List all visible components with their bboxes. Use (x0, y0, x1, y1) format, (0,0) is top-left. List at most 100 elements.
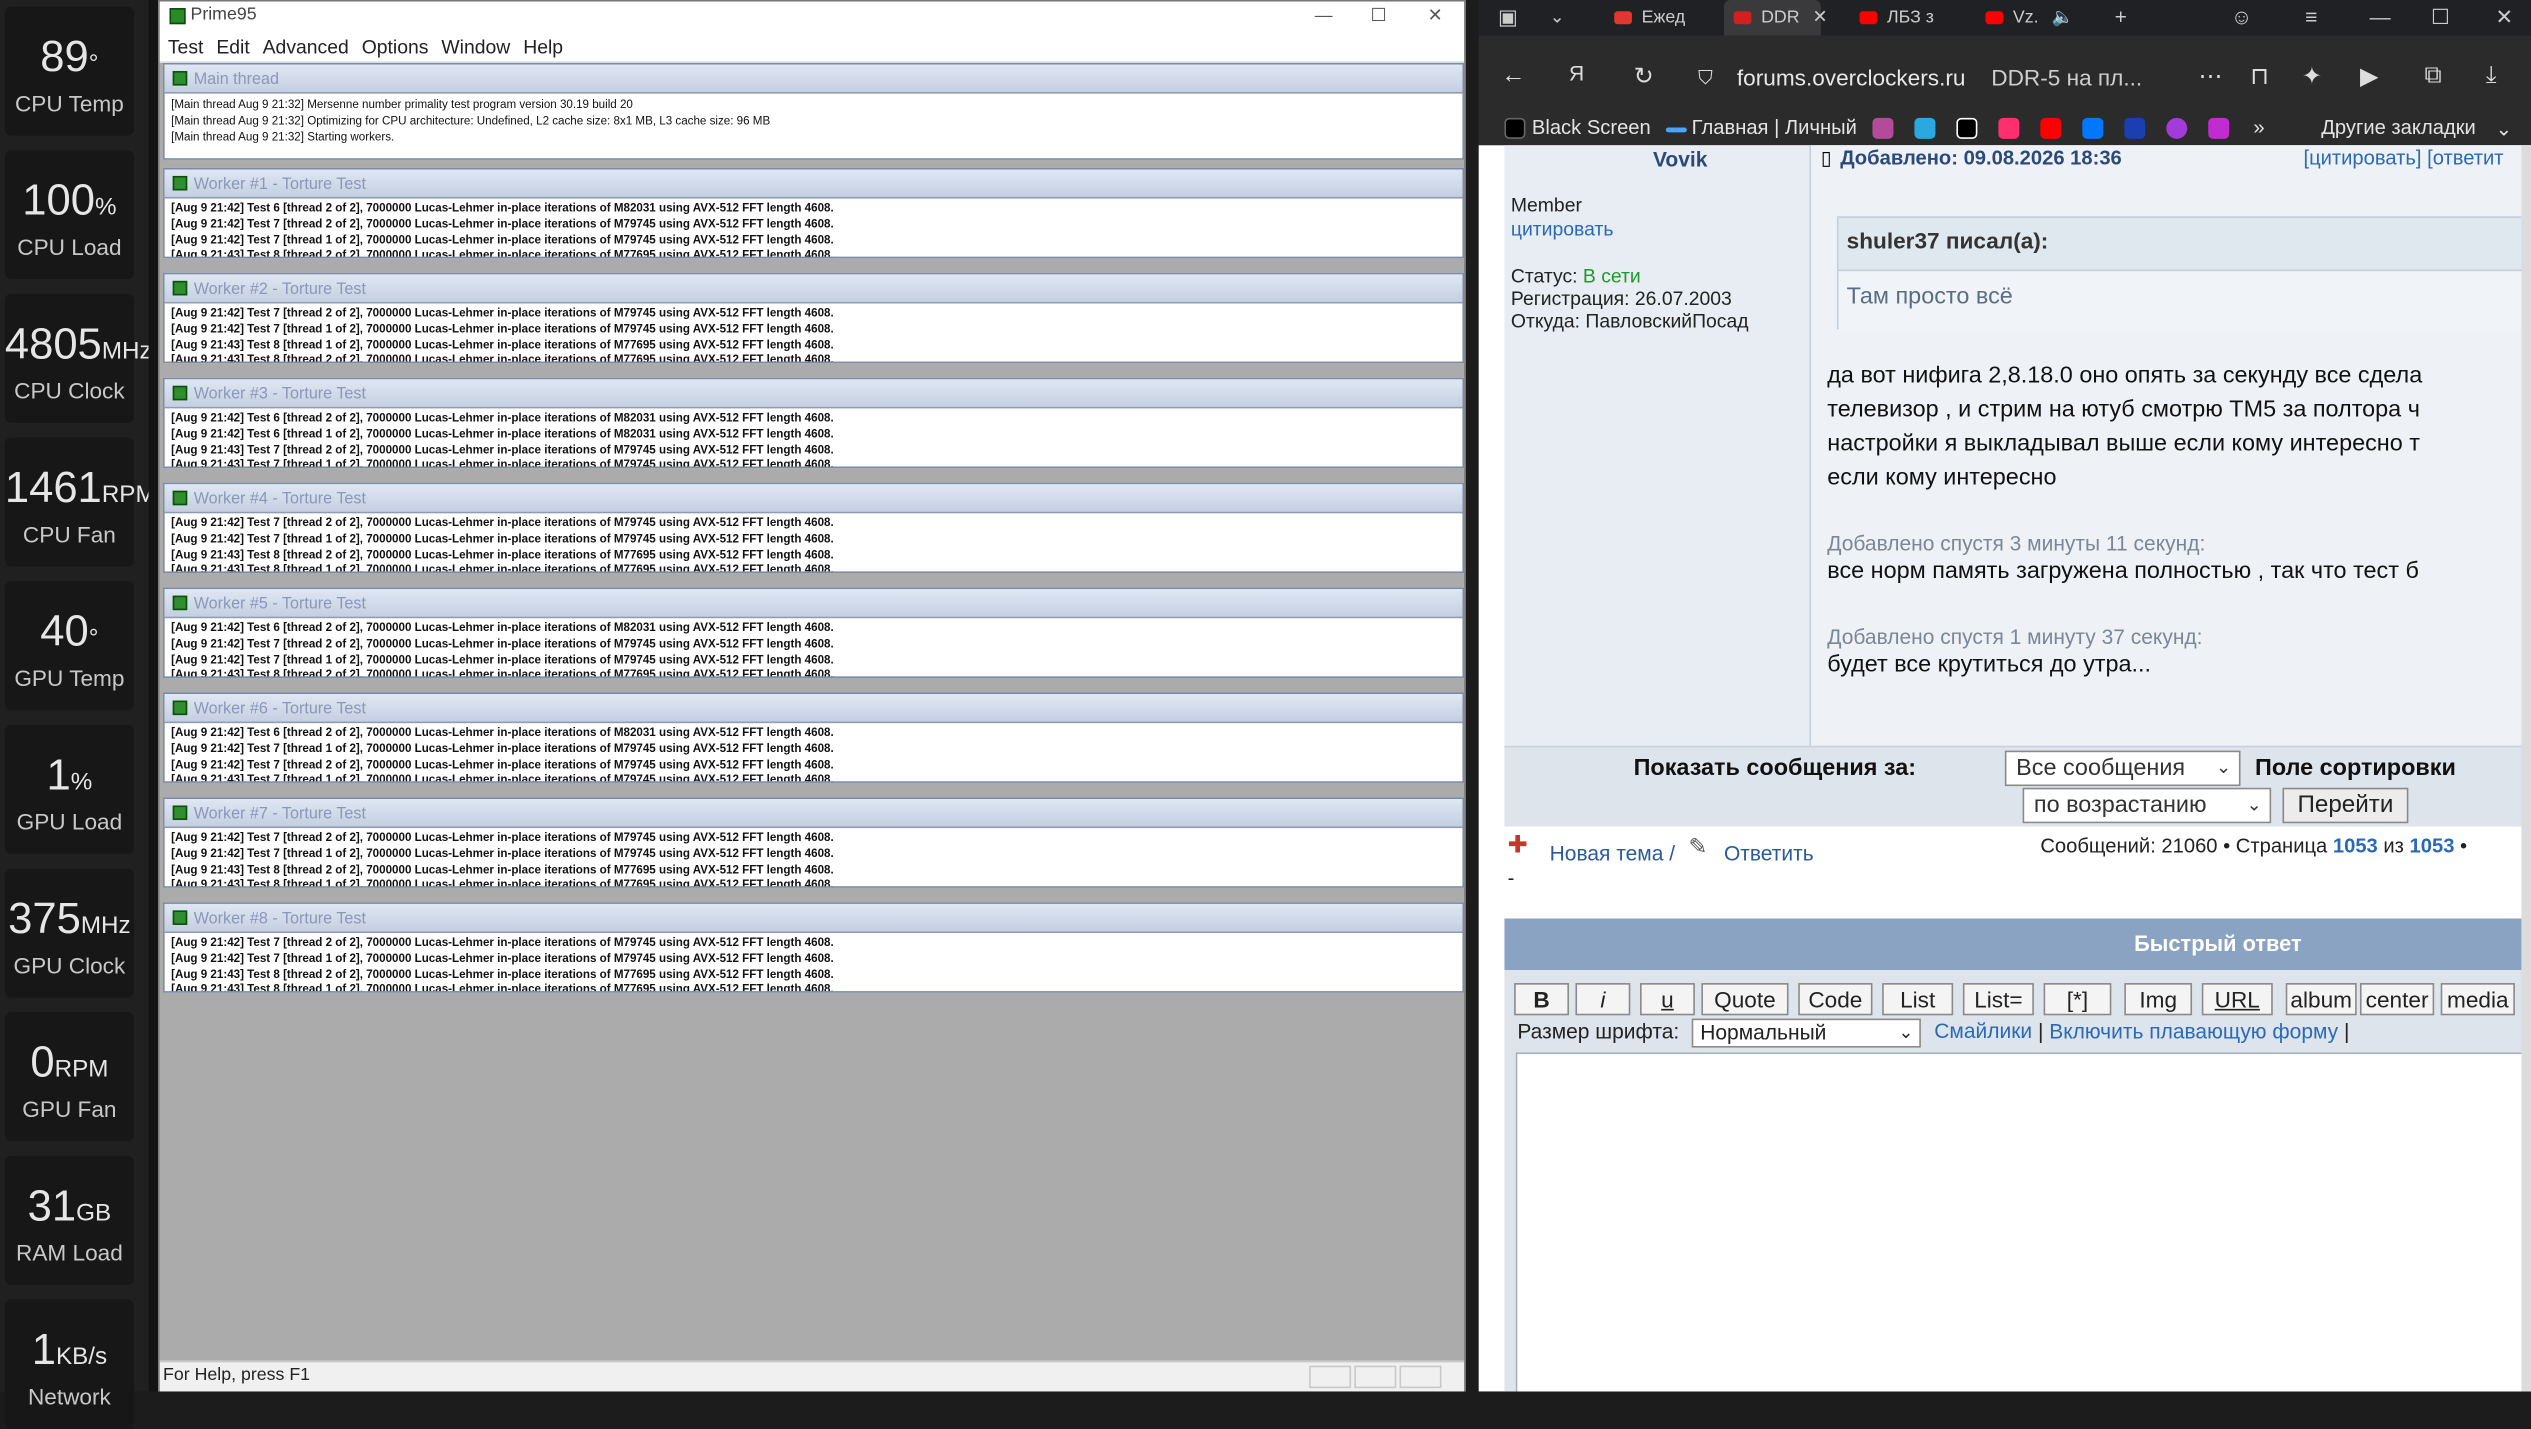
child-titlebar[interactable]: Worker #6 - Torture Test (164, 694, 1463, 724)
smiles-link[interactable]: Смайлики (1934, 1019, 2032, 1043)
go-button[interactable]: Перейти (2282, 787, 2409, 824)
browser-tab[interactable]: ЛБЗ з (1859, 0, 1963, 36)
child-titlebar[interactable]: Worker #3 - Torture Test (164, 379, 1463, 409)
close-button[interactable]: ✕ (1408, 3, 1463, 29)
more-bookmarks-icon[interactable]: » (2253, 116, 2264, 139)
extensions-icon[interactable]: ✦ (2302, 61, 2322, 90)
worker-window[interactable]: Worker #3 - Torture Test [Aug 9 21:42] Te… (163, 377, 1465, 469)
back-icon[interactable]: ← (1501, 61, 1525, 88)
page-scrollbar[interactable] (2521, 145, 2531, 1392)
bookmark-icon[interactable]: ⊓ (2250, 61, 2269, 90)
child-titlebar[interactable]: Worker #8 - Torture Test (164, 903, 1463, 934)
bookmark-icon-4[interactable] (1998, 117, 2020, 139)
download-icon[interactable]: ⤓ (2486, 61, 2497, 88)
bbcode-button[interactable]: B (1514, 983, 1570, 1016)
child-titlebar[interactable]: Worker #1 - Torture Test (164, 169, 1463, 199)
bookmark-icon-6[interactable] (2166, 117, 2188, 139)
menu-options[interactable]: Options (362, 31, 429, 63)
sidebar-toggle-icon[interactable]: ▣ (1498, 0, 1518, 36)
address-bar[interactable]: forums.overclockers.ru DDR-5 на пл... (1737, 58, 2254, 97)
site-info-icon[interactable]: ⛉ (1698, 66, 1713, 90)
menu-icon[interactable]: ≡ (2305, 0, 2317, 36)
bookmark-black-screen[interactable]: Black Screen (1532, 116, 1651, 139)
bookmark-glavnaya[interactable]: Главная | Личный (1692, 116, 1857, 139)
prime95-window[interactable]: Prime95 — ☐ ✕ Test Edit Advanced Options Win… (158, 0, 1466, 1392)
browser-window[interactable]: ▣ ⌄ Ежед DDR ✕ ЛБЗ з Vz. 🔈 + ☺ ≡ — ☐ ✕ ← Я ↻ ⛉ foru… (1478, 0, 2531, 1392)
reply-icon[interactable]: ✎ (1688, 833, 1707, 860)
bookmark-icon-1[interactable] (1872, 117, 1894, 139)
tab-close-icon[interactable]: ✕ (1812, 8, 1827, 27)
show-messages-select[interactable]: Все сообщения ⌄ (2004, 750, 2241, 787)
child-titlebar[interactable]: Main thread (164, 64, 1463, 94)
maximize-button[interactable]: ☐ (1351, 3, 1406, 29)
bbcode-button[interactable]: URL (2201, 983, 2273, 1016)
current-page[interactable]: 1053 (2333, 835, 2378, 858)
float-form-link[interactable]: Включить плавающую форму (2049, 1019, 2338, 1043)
bbcode-button[interactable]: center (2359, 983, 2435, 1016)
bookmark-bar-icon (1665, 127, 1687, 133)
new-topic-link[interactable]: Новая тема / (1550, 841, 1675, 865)
tab-audio-icon[interactable]: 🔈 (2051, 8, 2073, 27)
bbcode-button[interactable]: media (2440, 983, 2515, 1016)
bbcode-button[interactable]: Img (2124, 983, 2193, 1016)
bookmark-icon-2[interactable] (1914, 117, 1936, 139)
close-icon[interactable]: ✕ (2496, 0, 2514, 36)
bbcode-button[interactable]: album (2285, 983, 2357, 1016)
bbcode-button[interactable]: Code (1798, 983, 1873, 1016)
child-titlebar[interactable]: Worker #4 - Torture Test (164, 484, 1463, 514)
worker-window[interactable]: Worker #4 - Torture Test [Aug 9 21:42] Te… (163, 482, 1465, 574)
vk-icon[interactable] (2082, 117, 2104, 139)
bookmark-icon-3[interactable] (1956, 117, 1978, 139)
menu-window[interactable]: Window (441, 31, 510, 63)
total-pages[interactable]: 1053 (2410, 835, 2455, 858)
maximize-icon[interactable]: ☐ (2431, 0, 2450, 36)
bbcode-button[interactable]: Quote (1701, 983, 1789, 1016)
new-tab-icon[interactable]: + (2115, 0, 2127, 36)
child-titlebar[interactable]: Worker #2 - Torture Test (164, 274, 1463, 304)
child-titlebar[interactable]: Worker #5 - Torture Test (164, 589, 1463, 619)
prime95-titlebar[interactable]: Prime95 — ☐ ✕ (159, 1, 1465, 31)
menu-advanced[interactable]: Advanced (263, 31, 349, 63)
yandex-icon[interactable]: Я (1569, 61, 1584, 85)
browser-tab[interactable]: Ежед (1614, 0, 1737, 36)
worker-window[interactable]: Worker #6 - Torture Test [Aug 9 21:42] Te… (163, 692, 1465, 783)
bookmark-icon-5[interactable] (2124, 117, 2146, 139)
reply-textarea[interactable] (1515, 1052, 2531, 1392)
post-author[interactable]: Vovik (1653, 147, 1707, 171)
quote-link[interactable]: цитировать (1511, 218, 1614, 241)
main-thread-window[interactable]: Main thread [Main thread Aug 9 21:32] Mer… (163, 62, 1465, 160)
minimize-icon[interactable]: — (2370, 0, 2391, 36)
child-titlebar[interactable]: Worker #7 - Torture Test (164, 799, 1463, 829)
new-topic-icon[interactable]: ✚ (1508, 830, 1528, 858)
wb-icon[interactable] (2208, 117, 2230, 139)
more-icon[interactable]: ⋯ (2199, 61, 2223, 90)
worker-window[interactable]: Worker #1 - Torture Test [Aug 9 21:42] Te… (163, 167, 1465, 259)
collections-icon[interactable]: ⧉ (2425, 61, 2442, 88)
bbcode-button[interactable]: List= (1962, 983, 2034, 1016)
font-size-select[interactable]: Нормальный ⌄ (1692, 1018, 1922, 1048)
bbcode-button[interactable]: List (1882, 983, 1954, 1016)
menu-test[interactable]: Test (168, 31, 204, 63)
other-bookmarks-chevron-icon[interactable]: ⌄ (2496, 116, 2513, 141)
bbcode-button[interactable]: u (1640, 983, 1695, 1016)
browser-tab[interactable]: DDR ✕ (1723, 0, 1827, 36)
youtube-icon[interactable] (2040, 117, 2062, 139)
minimize-button[interactable]: — (1296, 3, 1351, 29)
browser-tab[interactable]: Vz. 🔈 (1985, 0, 2075, 36)
bbcode-button[interactable]: i (1575, 983, 1631, 1016)
menu-edit[interactable]: Edit (216, 31, 249, 63)
worker-window[interactable]: Worker #8 - Torture Test [Aug 9 21:42] Te… (163, 902, 1465, 993)
sort-order-select[interactable]: по возрастанию ⌄ (2022, 787, 2272, 824)
reply-link[interactable]: Ответить (1724, 841, 1814, 865)
tabs-menu-icon[interactable]: ⌄ (1550, 0, 1565, 36)
media-icon[interactable]: ▶ (2360, 61, 2379, 90)
worker-window[interactable]: Worker #2 - Torture Test [Aug 9 21:42] Te… (163, 272, 1465, 364)
reload-icon[interactable]: ↻ (1634, 61, 1654, 90)
worker-window[interactable]: Worker #7 - Torture Test [Aug 9 21:42] Te… (163, 797, 1465, 888)
post-actions[interactable]: [цитировать] [ответит (2303, 147, 2503, 170)
menu-help[interactable]: Help (523, 31, 563, 63)
worker-window[interactable]: Worker #5 - Torture Test [Aug 9 21:42] Te… (163, 587, 1465, 678)
other-bookmarks[interactable]: Другие закладки (2321, 116, 2476, 139)
profile-icon[interactable]: ☺ (2231, 0, 2252, 36)
bbcode-button[interactable]: [*] (2043, 983, 2112, 1016)
